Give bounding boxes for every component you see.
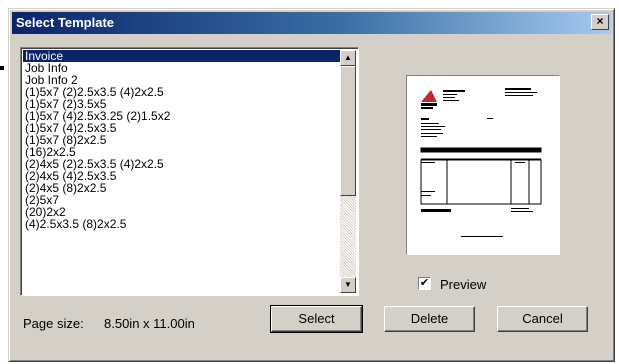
delete-button[interactable]: Delete [384, 306, 475, 332]
bullet-dot [0, 66, 4, 70]
invoice-title-lines [505, 88, 537, 96]
invoice-thumbnail [420, 88, 542, 237]
template-list[interactable]: Invoice Job Info Job Info 2 (1)5x7 (2)2.5x3… [20, 47, 359, 296]
company-header-lines [443, 90, 465, 101]
cancel-button[interactable]: Cancel [497, 306, 588, 332]
bill-to-lines [421, 118, 493, 137]
page-size-label: Page size: [23, 316, 84, 331]
checkmark-icon: ✔ [419, 277, 430, 289]
title-bar[interactable]: Select Template × [12, 12, 611, 34]
close-button[interactable]: × [591, 14, 609, 30]
totals-lines [421, 191, 533, 237]
template-list-item[interactable]: Invoice [23, 50, 341, 62]
template-list-item[interactable]: (2)5x7 [23, 194, 341, 206]
scroll-up-button[interactable]: ▲ [340, 50, 356, 66]
template-list-scrollbar[interactable]: ▲ ▼ [340, 50, 356, 293]
preview-label: Preview [440, 277, 487, 292]
template-preview [406, 75, 560, 255]
item-table [420, 147, 542, 205]
preview-checkbox[interactable]: ✔ [418, 277, 431, 290]
arrow-up-icon: ▲ [344, 53, 352, 62]
scroll-down-button[interactable]: ▼ [340, 277, 356, 293]
desktop-background: Select Template × Invoice Job Info Job Inf… [0, 0, 619, 364]
select-button[interactable]: Select [270, 305, 363, 333]
close-icon: × [596, 14, 604, 28]
invoice-logo-graphic [421, 90, 437, 109]
template-list-item[interactable]: (2)4x5 (8)2x2.5 [23, 182, 341, 194]
dialog-title: Select Template [16, 15, 115, 30]
template-list-item[interactable]: (4)2.5x3.5 (8)2x2.5 [23, 218, 341, 230]
page-size-value: 8.50in x 11.00in [104, 316, 195, 331]
scroll-thumb[interactable] [340, 66, 356, 196]
template-list-items: Invoice Job Info Job Info 2 (1)5x7 (2)2.5x3… [23, 50, 341, 230]
arrow-down-icon: ▼ [344, 280, 352, 289]
